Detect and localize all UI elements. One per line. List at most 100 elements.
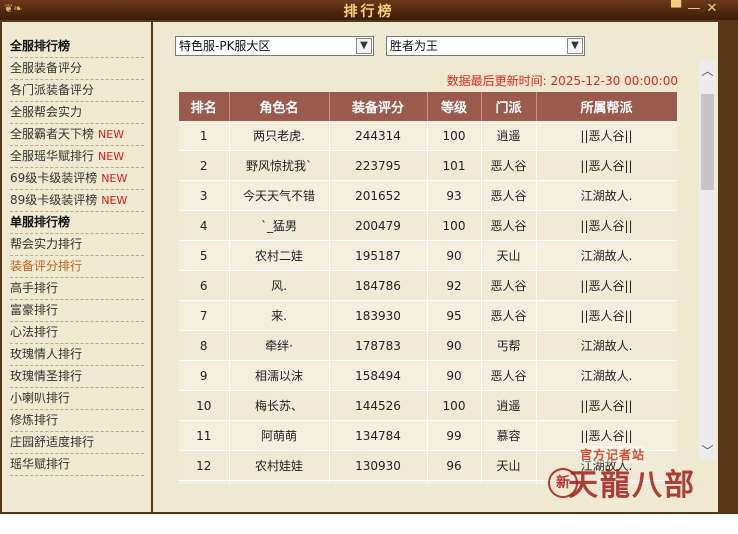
table-cell: 90 xyxy=(427,360,482,391)
sidebar-item[interactable]: 各门派装备评分 xyxy=(10,80,144,102)
world-select[interactable]: 胜者为王 ▼ xyxy=(386,36,585,56)
table-row[interactable]: 4 `_猛男 200479 100 恶人谷 ||恶人谷|| xyxy=(179,210,677,241)
table-cell: 2 xyxy=(179,150,230,181)
column-header[interactable]: 门派 xyxy=(481,92,537,121)
sidebar-item[interactable]: 高手排行 xyxy=(10,278,144,300)
table-cell: ||恶人谷|| xyxy=(536,150,677,181)
table-cell: 178783 xyxy=(329,330,428,361)
minimize-icon[interactable]: — xyxy=(686,1,702,16)
close-icon[interactable]: ✕ xyxy=(704,1,720,16)
scroll-thumb[interactable] xyxy=(701,94,714,190)
table-cell: 184786 xyxy=(329,270,428,301)
table-cell: 农村二娃 xyxy=(229,240,330,271)
table-cell: 101 xyxy=(427,150,482,181)
column-header[interactable]: 装备评分 xyxy=(329,92,428,121)
sidebar-item[interactable]: 庄园舒适度排行 xyxy=(10,432,144,454)
table-cell: 来. xyxy=(229,300,330,331)
sidebar-item-label: 全服装备评分 xyxy=(10,61,83,75)
sidebar-item[interactable]: 69级卡级装评榜 NEW xyxy=(10,168,144,190)
sidebar-item[interactable]: 瑶华赋排行 xyxy=(10,454,144,476)
table-cell: 恶人谷 xyxy=(481,150,537,181)
chevron-down-icon[interactable]: ▼ xyxy=(356,38,372,54)
sidebar-item[interactable]: 89级卡级装评榜 NEW xyxy=(10,190,144,212)
table-cell: 逃跑旅途 xyxy=(229,480,330,484)
sidebar-item[interactable]: 帮会实力排行 xyxy=(10,234,144,256)
table-row[interactable]: 3 今天天气不错 201652 93 恶人谷 江湖故人. xyxy=(179,180,677,211)
table-row[interactable]: 1 两只老虎. 244314 100 逍遥 ||恶人谷|| xyxy=(179,121,677,151)
table-row[interactable]: 10 梅长苏、 144526 100 逍遥 ||恶人谷|| xyxy=(179,390,677,421)
sidebar-item[interactable]: 全服瑶华赋排行 NEW xyxy=(10,146,144,168)
sidebar-item[interactable]: 全服霸者天下榜 NEW xyxy=(10,124,144,146)
table-cell: 93 xyxy=(427,180,482,211)
sidebar: 全服排行榜 全服装备评分 各门派装备评分 全服帮会实力 全服霸者天下榜 NEW 全服瑶华赋排… xyxy=(2,22,151,512)
table-cell: 11 xyxy=(179,420,230,451)
table-cell: 90 xyxy=(427,330,482,361)
table-scrollbar[interactable]: ︿ ﹀ xyxy=(699,60,716,460)
column-header[interactable]: 等级 xyxy=(427,92,482,121)
table-cell: 244314 xyxy=(329,121,428,151)
table-cell: 两只老虎. xyxy=(229,121,330,151)
sidebar-item-label: 装备评分排行 xyxy=(10,259,83,273)
table-cell: ||恶人谷|| xyxy=(536,390,677,421)
sidebar-item-label: 全服帮会实力 xyxy=(10,105,83,119)
table-cell: 1 xyxy=(179,121,230,151)
pin-icon[interactable]: ▀ xyxy=(668,1,684,16)
table-cell: 江湖故人. xyxy=(536,240,677,271)
table-cell: 7 xyxy=(179,300,230,331)
scroll-down-icon[interactable]: ﹀ xyxy=(699,442,716,460)
update-value: 2025-12-30 00:00:00 xyxy=(550,74,678,88)
sidebar-item[interactable]: 全服帮会实力 xyxy=(10,102,144,124)
sidebar-item[interactable]: 玫瑰情圣排行 xyxy=(10,366,144,388)
table-row[interactable]: 7 来. 183930 95 恶人谷 ||恶人谷|| xyxy=(179,300,677,331)
chevron-down-icon[interactable]: ▼ xyxy=(567,38,583,54)
table-cell: 逍遥 xyxy=(481,121,537,151)
table-cell: 风. xyxy=(229,270,330,301)
table-row[interactable]: 8 牵绊· 178783 90 丐帮 江湖故人. xyxy=(179,330,677,361)
table-cell: `_猛男 xyxy=(229,210,330,241)
scroll-up-icon[interactable]: ︿ xyxy=(699,62,716,80)
table-row[interactable]: 9 相濡以沫 158494 90 恶人谷 江湖故人. xyxy=(179,360,677,391)
sidebar-item-label: 玫瑰情圣排行 xyxy=(10,369,83,383)
table-cell: 92 xyxy=(427,270,482,301)
table-cell: 5 xyxy=(179,240,230,271)
column-header[interactable]: 排名 xyxy=(179,92,230,121)
sidebar-item-label: 修炼排行 xyxy=(10,413,59,427)
sidebar-item[interactable]: 装备评分排行 xyxy=(10,256,144,278)
table-cell: 4 xyxy=(179,210,230,241)
sidebar-item[interactable]: 全服装备评分 xyxy=(10,58,144,80)
table-cell: 江湖故人. xyxy=(536,360,677,391)
column-header[interactable]: 角色名 xyxy=(229,92,330,121)
sidebar-item[interactable]: 玫瑰情人排行 xyxy=(10,344,144,366)
table-row[interactable]: 6 风. 184786 92 恶人谷 ||恶人谷|| xyxy=(179,270,677,301)
table-row[interactable]: 12 农村娃娃 130930 96 天山 江湖故人. xyxy=(179,450,677,481)
sidebar-item[interactable]: 修炼排行 xyxy=(10,410,144,432)
sidebar-item-label: 全服霸者天下榜 xyxy=(10,127,95,141)
table-row[interactable]: 5 农村二娃 195187 90 天山 江湖故人. xyxy=(179,240,677,271)
table-cell: ||恶人谷|| xyxy=(536,210,677,241)
sidebar-item-label: 玫瑰情人排行 xyxy=(10,347,83,361)
server-select[interactable]: 特色服-PK服大区 ▼ xyxy=(175,36,374,56)
sidebar-item[interactable]: 富豪排行 xyxy=(10,300,144,322)
table-cell: 恶人谷 xyxy=(481,360,537,391)
table-cell: 丐帮 xyxy=(481,330,537,361)
sidebar-section-header: 全服排行榜 xyxy=(10,36,144,58)
table-cell: 江湖故人. xyxy=(536,450,677,481)
sidebar-item[interactable]: 心法排行 xyxy=(10,322,144,344)
table-cell: 3 xyxy=(179,180,230,211)
sidebar-item-label: 心法排行 xyxy=(10,325,59,339)
table-row[interactable]: 2 野风惊扰我` 223795 101 恶人谷 ||恶人谷|| xyxy=(179,150,677,181)
table-cell: 100 xyxy=(427,210,482,241)
table-cell: 天山 xyxy=(481,240,537,271)
new-badge: NEW xyxy=(101,194,128,207)
table-cell: 6 xyxy=(179,270,230,301)
new-badge: NEW xyxy=(101,172,128,185)
table-header-row: 排名 角色名 装备评分 等级 门派 所属帮派 xyxy=(179,92,677,121)
table-cell: 天山 xyxy=(481,450,537,481)
sidebar-item-label: 瑶华赋排行 xyxy=(10,457,71,471)
table-row[interactable]: 11 阿萌萌 134784 99 慕容 ||恶人谷|| xyxy=(179,420,677,451)
column-header[interactable]: 所属帮派 xyxy=(536,92,677,121)
sidebar-item[interactable]: 小喇叭排行 xyxy=(10,388,144,410)
table-cell: 9 xyxy=(179,360,230,391)
table-row[interactable]: 13逃跑旅途129338100恶人谷||恶人谷|| xyxy=(179,480,677,484)
update-label: 数据最后更新时间: xyxy=(446,74,547,88)
